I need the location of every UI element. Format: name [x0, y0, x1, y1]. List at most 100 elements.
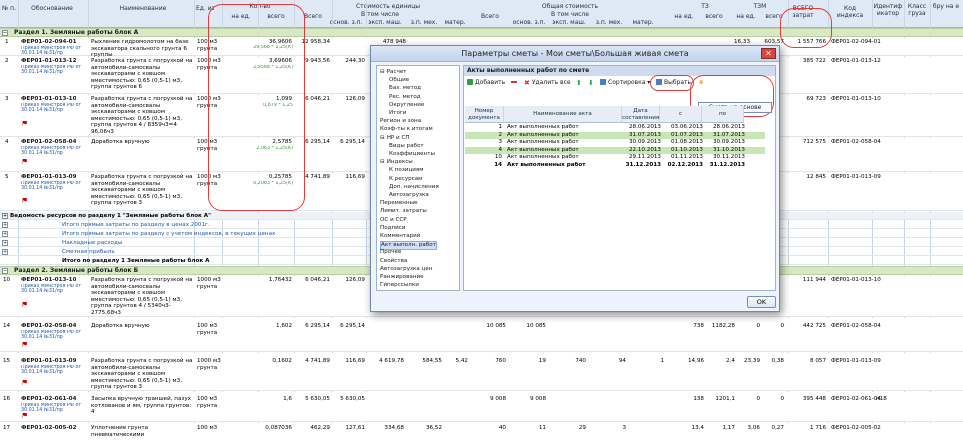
tree-item[interactable]: Общие — [389, 77, 409, 84]
row-uc-mech: 584,55 — [422, 358, 442, 364]
row-order-link[interactable]: Приказ Минстроя РФ от 30.01.14 №31/пр — [21, 365, 87, 375]
tree-item[interactable]: Доп. начисления — [389, 184, 439, 191]
tree-item[interactable]: Рес. метод — [389, 94, 421, 101]
row-index: ФЕР01-01-013-12 — [831, 58, 881, 64]
tree-expander-icon[interactable]: ⊟ — [380, 135, 385, 141]
row-order-link[interactable]: Приказ Минстроя РФ от 30.01.14 №31/пр — [21, 65, 87, 75]
col-tz-per: на ед. — [674, 13, 694, 20]
tree-item-label: Акт выполн. работ — [381, 242, 436, 249]
tree-item-label: Переменные — [380, 200, 418, 207]
acts-grid-total-row[interactable]: 14 Акт выполненных работ 31.12.2013 02.12.2… — [465, 162, 765, 169]
tree-item[interactable]: Округление — [389, 102, 424, 109]
row-number: 15 — [3, 358, 11, 364]
tree-item[interactable]: Гиперссылки — [380, 282, 419, 289]
tree-item[interactable]: Автозагрузка — [389, 192, 429, 199]
add-button[interactable]: Добавить — [467, 77, 505, 89]
tree-item[interactable]: Свойства — [380, 258, 407, 265]
row-code[interactable]: ФЕР01-01-013-09 — [21, 358, 76, 365]
row-code[interactable]: ФЕР01-01-013-10 — [21, 277, 76, 284]
tree-item[interactable]: Лимит. затраты — [380, 208, 427, 215]
estimate-from-acts-icon[interactable]: ⚘ — [698, 77, 704, 89]
collapse-icon[interactable]: − — [2, 30, 8, 36]
tree-item-label: Баз. метод — [389, 85, 422, 92]
delete-button[interactable] — [511, 77, 519, 89]
acts-grid-row[interactable]: 10 Акт выполненных работ 29.11.2013 01.11.2… — [465, 154, 765, 161]
row-code[interactable]: ФЕР01-02-058-04 — [21, 323, 76, 330]
row-code[interactable]: ФЕР01-01-013-12 — [21, 58, 76, 65]
row-order-link[interactable]: Приказ Минстроя РФ от 30.01.14 №31/пр — [21, 284, 87, 294]
expand-icon[interactable]: + — [2, 222, 8, 228]
tree-item[interactable]: К ресурсам — [389, 176, 422, 183]
close-icon[interactable]: ✕ — [761, 48, 776, 59]
tree-item[interactable]: К позициям — [389, 167, 423, 174]
row-tzm-all: 0,38 — [771, 358, 784, 364]
row-order-link[interactable]: Приказ Минстроя РФ от 30.01.14 №31/пр — [21, 146, 87, 156]
row-code[interactable]: ФЕР01-02-005-02 — [21, 425, 76, 432]
row-uc-main: 126,09 — [345, 277, 365, 283]
row-number: 14 — [3, 323, 11, 329]
expand-icon[interactable]: + — [2, 213, 8, 219]
row-code[interactable]: ФЕР01-02-061-04 — [21, 396, 76, 403]
summary-link[interactable]: Итого прямые затраты по разделу в ценах … — [62, 221, 210, 229]
acts-grid-row[interactable]: 3 Акт выполненных работ 30.09.2013 01.08.20… — [465, 139, 765, 146]
summary-link[interactable]: Накладные расходы — [62, 239, 122, 247]
tree-item[interactable]: Подписи — [380, 225, 406, 232]
row-code[interactable]: ФЕР01-01-013-10 — [21, 96, 76, 103]
expand-icon[interactable]: + — [2, 249, 8, 255]
row-all: 385 722 — [802, 58, 826, 64]
row-order-link[interactable]: Приказ Минстроя РФ от 30.01.14 №31/пр — [21, 181, 87, 191]
row-order-link[interactable]: Приказ Минстроя РФ от 30.01.14 №31/пр — [21, 46, 87, 56]
acts-grid-row[interactable]: 2 Акт выполненных работ 31.07.2013 01.07.20… — [465, 131, 765, 139]
move-down-icon[interactable]: ⬇ — [588, 77, 594, 89]
table-row[interactable]: 14 ФЕР01-02-058-04 Приказ Минстроя РФ от… — [0, 318, 963, 352]
summary-link[interactable]: Итого прямые затраты по разделу с учетом… — [62, 230, 275, 238]
acts-grid-row[interactable]: 4 Акт выполненных работ 22.10.2013 01.10.20… — [465, 146, 765, 154]
tree-item[interactable]: ⊟ НР и СП — [380, 135, 410, 142]
tree-item[interactable]: Автозагрузка цен — [380, 266, 432, 273]
annotation-highlight — [650, 75, 694, 91]
table-row[interactable]: 16 ФЕР01-02-061-04 Приказ Минстроя РФ от… — [0, 392, 963, 422]
row-index: ФЕР01-02-058-04 — [831, 139, 881, 145]
row-code[interactable]: ФЕР01-02-058-04 — [21, 139, 76, 146]
sort-button[interactable]: Сортировка ▾ — [600, 77, 650, 89]
flag-icon: ⚑ — [21, 342, 29, 349]
collapse-icon[interactable]: − — [2, 268, 8, 274]
move-up-icon[interactable]: ⬆ — [576, 77, 582, 89]
expand-icon[interactable]: + — [2, 240, 8, 246]
settings-tree[interactable]: ⊟ Расчет Общие Баз. метод Рес. метод Округлен… — [376, 65, 460, 291]
summary-link[interactable]: Сметная прибыль — [62, 248, 115, 256]
row-order-link[interactable]: Приказ Минстроя РФ от 30.01.14 №31/пр — [21, 403, 87, 413]
row-code[interactable]: ФЕР01-01-013-09 — [21, 174, 76, 181]
acts-grid-row[interactable]: 1 Акт выполненных работ 28.06.2013 03.06.20… — [465, 124, 765, 131]
tree-item[interactable]: Переменные — [380, 200, 417, 207]
tree-item[interactable]: ⊟ Индексы — [380, 159, 413, 166]
row-order-link[interactable]: Приказ Минстроя РФ от 30.01.14 №31/пр — [21, 103, 87, 113]
expand-icon[interactable]: + — [2, 231, 8, 237]
tree-item[interactable]: Виды работ — [389, 143, 424, 150]
row-index: ФЕР01-01-013-09 — [831, 174, 881, 180]
delete-all-button[interactable]: ✖ Удалить все — [524, 77, 571, 89]
row-tc-main: 10 085 — [526, 323, 546, 329]
flag-icon: ⚑ — [21, 121, 29, 128]
tree-expander-icon[interactable]: ⊟ — [380, 159, 385, 165]
tree-item[interactable]: ⊟ Расчет — [380, 69, 407, 76]
ok-button[interactable]: OK — [747, 296, 776, 308]
tree-item[interactable]: ОС и ССР — [380, 217, 407, 224]
tree-item[interactable]: Коэф-ты к итогам — [380, 126, 433, 133]
tree-item[interactable]: Комментарий — [380, 233, 420, 240]
row-order-link[interactable]: Приказ Минстроя РФ от 30.01.14 №31/пр — [21, 330, 87, 340]
tree-item[interactable]: Итоги — [389, 110, 406, 117]
tree-item[interactable]: Ранжирование — [380, 274, 424, 281]
tree-item[interactable]: Прочее — [380, 249, 401, 256]
table-row[interactable]: 17 ФЕР01-02-005-02 Уплотнение грунта пне… — [0, 423, 963, 444]
tree-item-label: Прочее — [380, 249, 402, 256]
tree-expander-icon[interactable]: ⊟ — [380, 69, 385, 75]
tree-item[interactable]: Регион и зона — [380, 118, 421, 125]
row-code[interactable]: ФЕР01-02-094-01 — [21, 39, 76, 46]
tree-item[interactable]: Баз. метод — [389, 85, 421, 92]
table-row[interactable]: 15 ФЕР01-01-013-09 Приказ Минстроя РФ от… — [0, 353, 963, 391]
row-all: 69 723 — [806, 96, 826, 102]
tree-item-label: ОС и ССР — [380, 216, 407, 223]
tree-item[interactable]: Коэффициенты — [389, 151, 435, 158]
row-tz-all: 1182,28 — [711, 323, 735, 329]
